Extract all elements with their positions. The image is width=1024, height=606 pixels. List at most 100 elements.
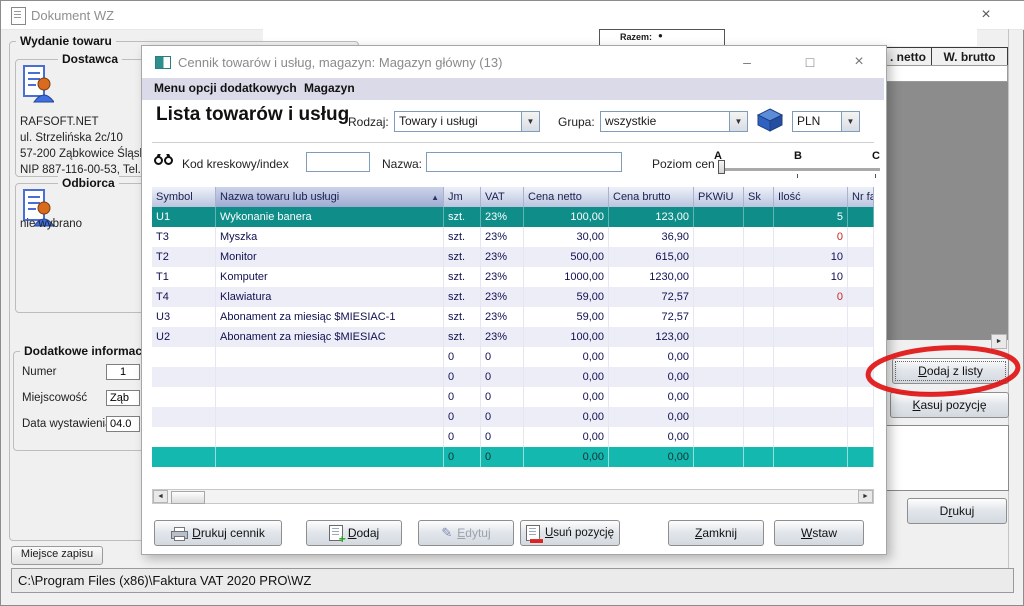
main-close-icon[interactable]: × bbox=[974, 5, 998, 25]
numer-field[interactable] bbox=[106, 364, 140, 380]
netto-column-header[interactable]: . netto bbox=[884, 47, 932, 66]
cell-ilosc: 5 bbox=[774, 207, 848, 227]
barcode-input[interactable] bbox=[306, 152, 370, 172]
table-row[interactable]: 000,000,00 bbox=[152, 347, 874, 367]
cell-ilosc bbox=[774, 387, 848, 407]
close-button[interactable]: Zamknij bbox=[668, 520, 764, 546]
table-header-row: SymbolNazwa towaru lub usługi▲JmVATCena … bbox=[152, 187, 874, 207]
cell-brutto: 0,00 bbox=[609, 367, 694, 387]
brutto-column-header[interactable]: W. brutto bbox=[931, 47, 1008, 66]
cell-brutto: 123,00 bbox=[609, 327, 694, 347]
table-row[interactable]: T4Klawiaturaszt.23%59,0072,570 bbox=[152, 287, 874, 307]
data-wystawienia-label: Data wystawienia bbox=[22, 418, 111, 430]
currency-select[interactable]: PLN ▼ bbox=[792, 111, 860, 132]
cell-vat: 23% bbox=[481, 287, 524, 307]
table-row[interactable]: U3Abonament za miesiąc $MIESIAC-1szt.23%… bbox=[152, 307, 874, 327]
cell-brutto: 72,57 bbox=[609, 287, 694, 307]
cell-ilosc bbox=[774, 327, 848, 347]
cube-icon[interactable] bbox=[756, 107, 784, 133]
table-row[interactable]: U1Wykonanie baneraszt.23%100,00123,005 bbox=[152, 207, 874, 227]
cell-nazwa bbox=[216, 407, 444, 427]
miejscowosc-field[interactable] bbox=[106, 390, 140, 406]
cell-brutto: 0,00 bbox=[609, 427, 694, 447]
cell-sk bbox=[744, 227, 774, 247]
close-icon[interactable]: × bbox=[844, 48, 874, 76]
scrollbar-track[interactable] bbox=[168, 490, 858, 503]
table-row[interactable]: 000,000,00 bbox=[152, 367, 874, 387]
cell-jm: szt. bbox=[444, 207, 481, 227]
cell-sk bbox=[744, 287, 774, 307]
column-header-ilosc[interactable]: Ilość bbox=[774, 187, 848, 207]
print-button[interactable]: Drukuj bbox=[907, 498, 1007, 524]
cell-ilosc bbox=[774, 347, 848, 367]
slider-tick bbox=[875, 174, 876, 178]
column-header-jm[interactable]: Jm bbox=[444, 187, 481, 207]
rodzaj-select[interactable]: Towary i usługi ▼ bbox=[394, 111, 540, 132]
chevron-down-icon[interactable]: ▼ bbox=[729, 112, 747, 131]
cell-symbol bbox=[152, 387, 216, 407]
table-row[interactable]: T3Myszkaszt.23%30,0036,900 bbox=[152, 227, 874, 247]
column-header-nrfa[interactable]: Nr fa bbox=[848, 187, 874, 207]
price-level-slider-handle[interactable] bbox=[718, 160, 725, 174]
cell-nazwa: Komputer bbox=[216, 267, 444, 287]
insert-button[interactable]: Wstaw bbox=[774, 520, 864, 546]
minimize-icon[interactable]: – bbox=[732, 48, 762, 76]
scroll-right-icon[interactable]: ► bbox=[858, 490, 873, 503]
save-place-button[interactable]: Miejsce zapisu bbox=[11, 546, 103, 565]
cell-netto: 0,00 bbox=[524, 447, 609, 467]
chevron-down-icon[interactable]: ▼ bbox=[521, 112, 539, 131]
cell-netto: 59,00 bbox=[524, 307, 609, 327]
scroll-right-icon[interactable]: ► bbox=[991, 334, 1007, 349]
table-row[interactable]: U2Abonament za miesiąc $MIESIACszt.23%10… bbox=[152, 327, 874, 347]
cell-nazwa: Abonament za miesiąc $MIESIAC-1 bbox=[216, 307, 444, 327]
scroll-left-icon[interactable]: ◄ bbox=[153, 490, 168, 503]
horizontal-scrollbar[interactable]: ◄ ► bbox=[152, 489, 874, 504]
edit-button[interactable]: ✎ Edytuj bbox=[418, 520, 514, 546]
print-pricelist-label: Drukuj cennik bbox=[192, 526, 265, 540]
cell-nrfa bbox=[848, 367, 874, 387]
column-header-symbol[interactable]: Symbol bbox=[152, 187, 216, 207]
column-header-nazwa[interactable]: Nazwa towaru lub usługi▲ bbox=[216, 187, 444, 207]
column-header-vat[interactable]: VAT bbox=[481, 187, 524, 207]
cell-jm: 0 bbox=[444, 347, 481, 367]
cell-jm: szt. bbox=[444, 327, 481, 347]
delete-item-button[interactable]: Kasuj pozycję bbox=[890, 392, 1009, 418]
table-row[interactable]: 000,000,00 bbox=[152, 427, 874, 447]
table-row[interactable]: 000,000,00 bbox=[152, 387, 874, 407]
add-from-list-button[interactable]: Dodaj z listy bbox=[892, 358, 1009, 384]
menu-opcje-dodatkowe[interactable]: Menu opcji dodatkowych bbox=[154, 81, 297, 95]
menu-magazyn[interactable]: Magazyn bbox=[304, 81, 355, 95]
column-header-netto[interactable]: Cena netto bbox=[524, 187, 609, 207]
table-row[interactable]: T2Monitorszt.23%500,00615,0010 bbox=[152, 247, 874, 267]
table-row[interactable]: T1Komputerszt.23%1000,001230,0010 bbox=[152, 267, 874, 287]
slider-tick bbox=[797, 174, 798, 178]
column-header-brutto[interactable]: Cena brutto bbox=[609, 187, 694, 207]
notes-listbox[interactable] bbox=[885, 425, 1009, 491]
remove-button[interactable]: ▬ Usuń pozycję bbox=[520, 520, 620, 546]
insert-label: Wstaw bbox=[801, 526, 837, 540]
price-level-slider-track[interactable] bbox=[720, 168, 880, 172]
cell-nrfa bbox=[848, 247, 874, 267]
column-header-sk[interactable]: Sk bbox=[744, 187, 774, 207]
cell-nazwa bbox=[216, 347, 444, 367]
grupa-select[interactable]: wszystkie ▼ bbox=[600, 111, 748, 132]
maximize-icon[interactable]: □ bbox=[795, 48, 825, 76]
data-wystawienia-field[interactable] bbox=[106, 416, 140, 432]
price-level-b: B bbox=[794, 150, 802, 162]
cell-symbol bbox=[152, 407, 216, 427]
table-total-row[interactable]: 000,000,00 bbox=[152, 447, 874, 467]
cell-nrfa bbox=[848, 267, 874, 287]
table-row[interactable]: 000,000,00 bbox=[152, 407, 874, 427]
column-header-pkwiu[interactable]: PKWiU bbox=[694, 187, 744, 207]
empty-grid-row bbox=[884, 65, 1008, 82]
name-input[interactable] bbox=[426, 152, 622, 172]
cell-pkwiu bbox=[694, 447, 744, 467]
razem-radio[interactable]: ● bbox=[658, 31, 663, 40]
cell-symbol bbox=[152, 427, 216, 447]
cell-brutto: 615,00 bbox=[609, 247, 694, 267]
cell-jm: szt. bbox=[444, 247, 481, 267]
print-pricelist-button[interactable]: Drukuj cennik bbox=[154, 520, 282, 546]
scrollbar-thumb[interactable] bbox=[171, 491, 205, 504]
add-button[interactable]: + Dodaj bbox=[306, 520, 402, 546]
chevron-down-icon[interactable]: ▼ bbox=[841, 112, 859, 131]
